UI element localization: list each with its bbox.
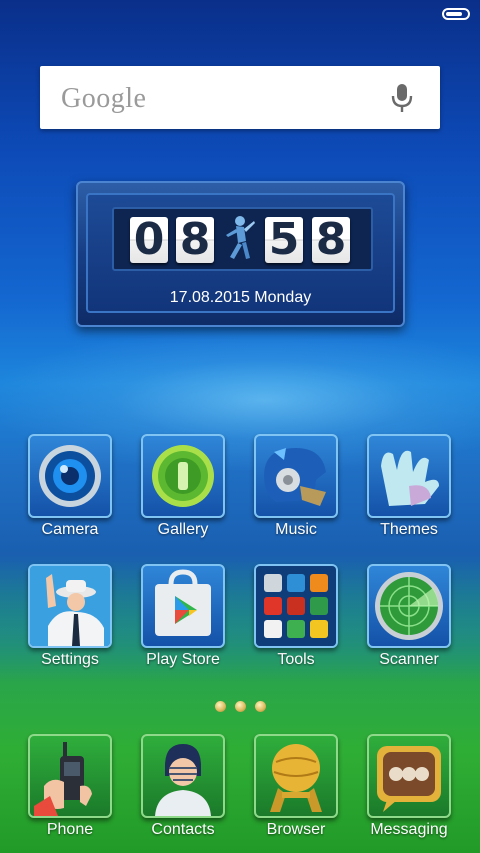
app-settings[interactable]: Settings: [20, 564, 120, 669]
app-music[interactable]: Music: [246, 434, 346, 539]
page-dot[interactable]: [235, 701, 246, 712]
settings-icon[interactable]: [28, 564, 112, 648]
google-logo: Google: [61, 83, 147, 114]
camera-icon[interactable]: [28, 434, 112, 518]
page-dot[interactable]: [215, 701, 226, 712]
hour-tens-digit: 0: [130, 217, 168, 263]
page-dot[interactable]: [255, 701, 266, 712]
app-camera[interactable]: Camera: [20, 434, 120, 539]
app-label: Scanner: [379, 651, 439, 668]
battery-icon: [442, 8, 470, 20]
app-label: Tools: [277, 651, 315, 668]
app-messaging[interactable]: Messaging: [359, 734, 459, 839]
app-label: Messaging: [370, 821, 448, 838]
app-label: Music: [275, 521, 317, 538]
app-label: Themes: [380, 521, 438, 538]
messaging-icon[interactable]: [367, 734, 451, 818]
app-tools[interactable]: Tools: [246, 564, 346, 669]
minute-ones-digit: 8: [312, 217, 350, 263]
tools-icon[interactable]: [254, 564, 338, 648]
app-themes[interactable]: Themes: [359, 434, 459, 539]
music-icon[interactable]: [254, 434, 338, 518]
app-label: Contacts: [151, 821, 215, 838]
clock-display: 0 8 5 8: [112, 207, 373, 271]
google-search-bar[interactable]: Google: [40, 66, 440, 129]
app-scanner[interactable]: Scanner: [359, 564, 459, 669]
contacts-icon[interactable]: [141, 734, 225, 818]
minute-tens-digit: 5: [265, 217, 303, 263]
app-label: Settings: [41, 651, 99, 668]
hour-ones-digit: 8: [176, 217, 214, 263]
app-phone[interactable]: Phone: [20, 734, 120, 839]
gallery-icon[interactable]: [141, 434, 225, 518]
app-contacts[interactable]: Contacts: [133, 734, 233, 839]
browser-icon[interactable]: [254, 734, 338, 818]
scanner-icon[interactable]: [367, 564, 451, 648]
themes-icon[interactable]: [367, 434, 451, 518]
clock-date: 17.08.2015 Monday: [169, 289, 312, 306]
play-store-icon[interactable]: [141, 564, 225, 648]
app-play-store[interactable]: Play Store: [133, 564, 233, 669]
app-label: Gallery: [157, 521, 209, 538]
app-label: Browser: [266, 821, 326, 838]
batsman-icon: [226, 216, 255, 259]
app-browser[interactable]: Browser: [246, 734, 346, 839]
app-label: Camera: [41, 521, 99, 538]
app-label: Play Store: [146, 651, 220, 668]
phone-icon[interactable]: [28, 734, 112, 818]
app-gallery[interactable]: Gallery: [133, 434, 233, 539]
clock-widget[interactable]: 0 8 5 8 17.08.2015 Monday: [76, 181, 405, 327]
app-label: Phone: [46, 821, 94, 838]
mic-icon[interactable]: [390, 82, 414, 114]
page-indicator: [213, 701, 269, 713]
